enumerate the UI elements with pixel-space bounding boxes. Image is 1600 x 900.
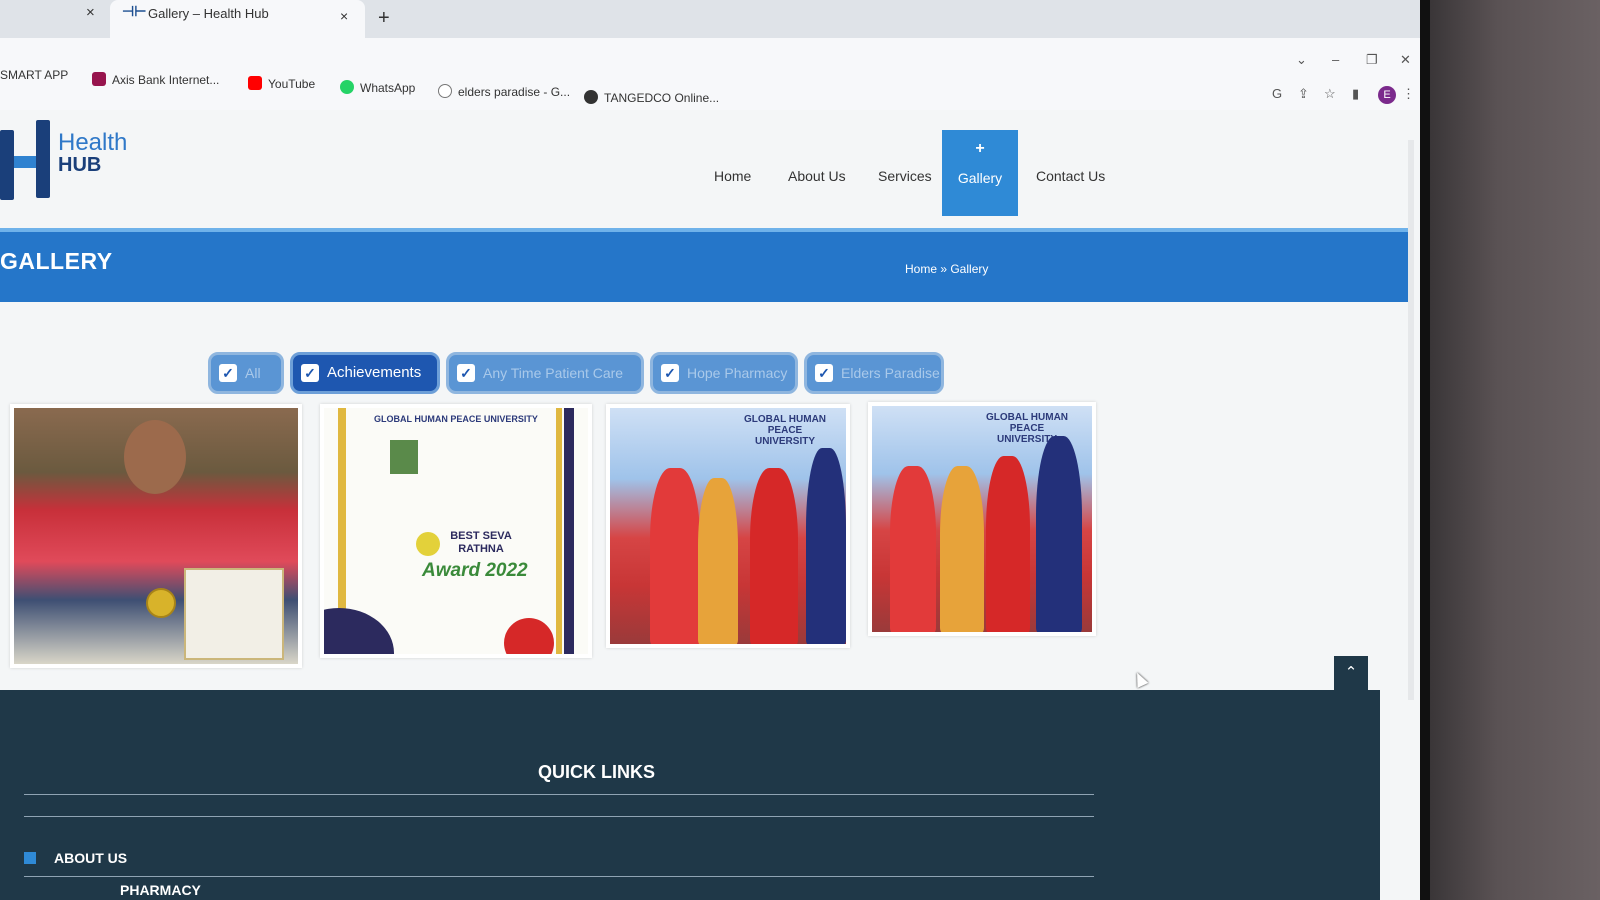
- plus-icon: +: [975, 140, 985, 157]
- menu-kebab-icon[interactable]: ⋮: [1402, 86, 1415, 102]
- footer-divider: [24, 816, 1094, 817]
- bookmark-tangedco[interactable]: TANGEDCO Online...: [584, 90, 719, 105]
- footer-divider: [24, 794, 1094, 795]
- checkbox-checked-icon[interactable]: ✓: [219, 364, 237, 382]
- certificate-award-title: BEST SEVA RATHNA: [450, 530, 512, 555]
- site-footer: QUICK LINKS ABOUT US PHARMACY: [0, 690, 1380, 900]
- bookmark-star-icon[interactable]: ☆: [1324, 86, 1336, 102]
- bookmark-smart-app[interactable]: SMART APP: [0, 68, 68, 82]
- tab-active[interactable]: ⊣⊢ Gallery – Health Hub ×: [110, 0, 365, 38]
- gallery-image-award-holder[interactable]: [10, 404, 302, 668]
- minimize-icon[interactable]: –: [1332, 52, 1339, 67]
- share-icon[interactable]: ⇪: [1298, 86, 1309, 102]
- google-icon: [438, 84, 452, 98]
- profile-avatar[interactable]: E: [1378, 86, 1396, 104]
- nav-gallery[interactable]: + Gallery: [942, 130, 1018, 216]
- tab-search-chevron-icon[interactable]: ⌄: [1296, 52, 1307, 68]
- footer-link-pharmacy[interactable]: PHARMACY: [120, 882, 201, 898]
- page-title: GALLERY: [0, 248, 113, 274]
- checkbox-checked-icon[interactable]: ✓: [457, 364, 475, 382]
- mouse-cursor-icon: [1131, 670, 1149, 688]
- globe-icon: [584, 90, 598, 104]
- restore-icon[interactable]: ❐: [1366, 52, 1378, 68]
- close-tab-icon[interactable]: ×: [86, 4, 95, 21]
- health-hub-logo-icon[interactable]: [0, 120, 60, 210]
- health-hub-favicon-icon: ⊣⊢: [122, 3, 147, 19]
- axis-bank-icon: [92, 72, 106, 86]
- tab-title: Gallery – Health Hub: [148, 6, 269, 21]
- filter-achievements[interactable]: ✓ Achievements: [290, 352, 440, 394]
- browser-window: × ⊣⊢ Gallery – Health Hub × + SMART APP …: [0, 0, 1420, 900]
- bookmark-axis-bank[interactable]: Axis Bank Internet...: [92, 72, 219, 87]
- close-tab-icon[interactable]: ×: [340, 8, 348, 24]
- close-window-icon[interactable]: ✕: [1400, 52, 1411, 68]
- nav-contact-us[interactable]: Contact Us: [1036, 168, 1105, 184]
- tab-strip: × ⊣⊢ Gallery – Health Hub × +: [0, 0, 1420, 38]
- filter-any-time-patient-care[interactable]: ✓ Any Time Patient Care: [446, 352, 644, 394]
- filter-elders-paradise[interactable]: ✓ Elders Paradise: [804, 352, 944, 394]
- nav-services[interactable]: Services: [878, 168, 932, 184]
- background-wall: [1430, 0, 1600, 900]
- filter-all[interactable]: ✓ All: [208, 352, 284, 394]
- certificate-header: GLOBAL HUMAN PEACE UNIVERSITY: [374, 414, 538, 424]
- nav-about-us[interactable]: About Us: [788, 168, 846, 184]
- ceremony-banner-text: GLOBAL HUMAN PEACE UNIVERSITY: [743, 414, 827, 447]
- double-chevron-up-icon: ⌃: [1344, 664, 1358, 681]
- side-panel-icon[interactable]: ▮: [1352, 86, 1359, 102]
- tab-previous[interactable]: ×: [0, 0, 110, 38]
- breadcrumb[interactable]: Home » Gallery: [905, 262, 988, 276]
- scroll-to-top-button[interactable]: ⌃: [1334, 656, 1368, 692]
- page-scrollbar[interactable]: [1408, 140, 1414, 700]
- certificate-award-year: Award 2022: [422, 560, 528, 581]
- gallery-image-certificate[interactable]: GLOBAL HUMAN PEACE UNIVERSITY BEST SEVA …: [320, 404, 592, 658]
- footer-link-about-us[interactable]: ABOUT US: [24, 850, 127, 866]
- checkbox-checked-icon[interactable]: ✓: [815, 364, 833, 382]
- gallery-image-ceremony-2[interactable]: GLOBAL HUMAN PEACE UNIVERSITY: [868, 402, 1096, 636]
- bookmark-elders-paradise[interactable]: elders paradise - G...: [438, 84, 570, 99]
- page-title-banner: GALLERY Home » Gallery: [0, 228, 1410, 302]
- footer-quick-links-heading: QUICK LINKS: [538, 762, 655, 782]
- youtube-icon: [248, 76, 262, 90]
- bookmarks-bar: SMART APP Axis Bank Internet... YouTube …: [0, 38, 1420, 110]
- filter-hope-pharmacy[interactable]: ✓ Hope Pharmacy: [650, 352, 798, 394]
- footer-divider: [24, 876, 1094, 877]
- checkbox-checked-icon[interactable]: ✓: [301, 364, 319, 382]
- new-tab-icon[interactable]: +: [378, 8, 390, 28]
- site-logo-text[interactable]: Health HUB: [58, 131, 127, 177]
- plus-square-icon: [24, 852, 36, 864]
- site-header: Health HUB Home About Us Services + Gall…: [0, 110, 1420, 228]
- gallery-image-ceremony-1[interactable]: GLOBAL HUMAN PEACE UNIVERSITY: [606, 404, 850, 648]
- google-lens-icon[interactable]: G: [1272, 86, 1282, 101]
- nav-home[interactable]: Home: [714, 168, 751, 184]
- bookmark-whatsapp[interactable]: WhatsApp: [340, 80, 415, 95]
- checkbox-checked-icon[interactable]: ✓: [661, 364, 679, 382]
- whatsapp-icon: [340, 80, 354, 94]
- bookmark-youtube[interactable]: YouTube: [248, 76, 315, 91]
